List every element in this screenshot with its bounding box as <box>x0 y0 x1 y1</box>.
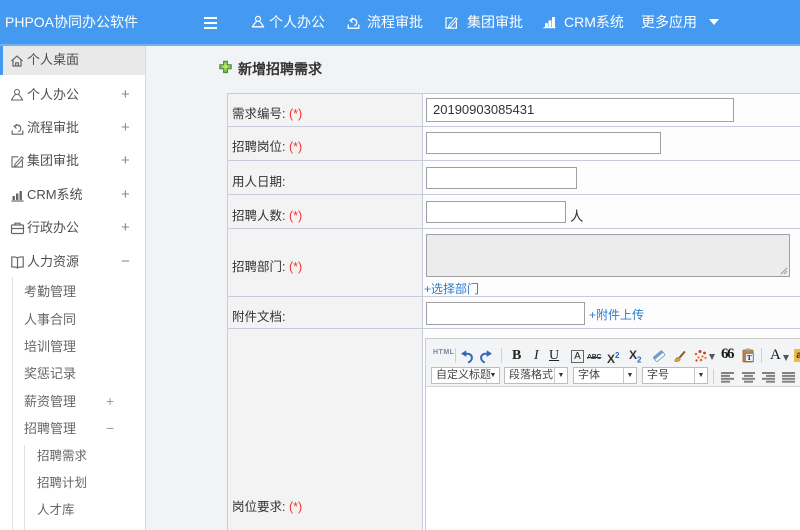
svg-text:T: T <box>747 353 752 362</box>
